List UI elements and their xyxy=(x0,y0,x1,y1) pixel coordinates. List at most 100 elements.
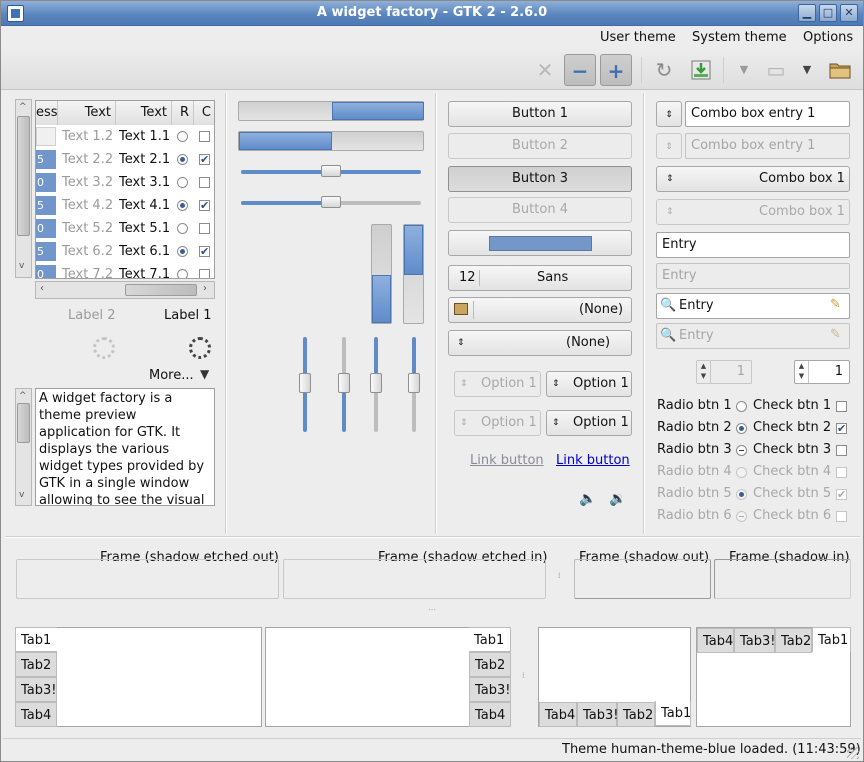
check-cell[interactable]: ✔ xyxy=(199,154,210,165)
slider-knob[interactable] xyxy=(321,165,341,177)
combo-box-entry-2[interactable]: Combo box entry 1 xyxy=(685,133,850,159)
combo-box-entry-1[interactable]: Combo box entry 1 xyxy=(685,101,850,127)
tree-vertical-scrollbar[interactable]: ^ v xyxy=(15,99,32,278)
scroll-up-icon[interactable]: ^ xyxy=(19,391,27,401)
slider-knob[interactable] xyxy=(408,373,420,393)
radio-label[interactable]: Radio btn 4 xyxy=(657,464,732,479)
menu-system-theme[interactable]: System theme xyxy=(692,28,787,48)
tab-1[interactable]: Tab1 xyxy=(812,627,851,652)
color-button[interactable] xyxy=(448,230,632,256)
slider-knob[interactable] xyxy=(370,373,382,393)
column-header[interactable]: Text xyxy=(58,101,116,125)
column-header[interactable]: ess xyxy=(36,101,58,125)
check-label[interactable]: Check btn 2 xyxy=(753,420,831,435)
menu-user-theme[interactable]: User theme xyxy=(600,28,676,48)
text-view[interactable]: A widget factory is a theme preview appl… xyxy=(35,388,215,506)
radio-cell[interactable] xyxy=(177,223,188,234)
scroll-thumb[interactable] xyxy=(125,284,197,296)
entry-disabled[interactable]: Entry xyxy=(656,263,850,289)
check-cell[interactable]: ✔ xyxy=(199,246,210,257)
chevron-down-icon[interactable]: ▼ xyxy=(728,54,760,86)
tree-horizontal-scrollbar[interactable]: ‹ › xyxy=(35,281,215,299)
scroll-up-icon[interactable]: ^ xyxy=(19,102,27,112)
tab-4[interactable]: Tab4 xyxy=(469,702,511,727)
radio-label[interactable]: Radio btn 2 xyxy=(657,420,732,435)
button-4[interactable]: Button 4 xyxy=(448,197,632,223)
text-vertical-scrollbar[interactable]: ^ v xyxy=(15,388,32,506)
minimize-button[interactable]: ▁ xyxy=(798,4,816,22)
option-menu-4[interactable]: ⇕ Option 1 xyxy=(546,410,632,436)
check-button[interactable] xyxy=(836,445,847,456)
button-1[interactable]: Button 1 xyxy=(448,101,632,127)
tab-3[interactable]: Tab3! xyxy=(577,702,619,727)
tab-4[interactable]: Tab4 xyxy=(539,702,577,727)
tab-1[interactable]: Tab1 xyxy=(469,627,511,652)
check-cell[interactable] xyxy=(199,269,210,278)
font-button[interactable]: 12 Sans xyxy=(448,265,632,291)
radio-label[interactable]: Radio btn 3 xyxy=(657,442,732,457)
check-label[interactable]: Check btn 6 xyxy=(753,508,831,523)
refresh-icon[interactable]: ↻ xyxy=(648,54,680,86)
expander-arrow-icon[interactable]: ▼ xyxy=(200,367,209,381)
check-label[interactable]: Check btn 3 xyxy=(753,442,831,457)
maximize-button[interactable]: □ xyxy=(819,4,837,22)
clear-icon[interactable]: ✎ xyxy=(830,297,841,312)
pane-handle-icon[interactable]: ⋯ xyxy=(428,605,436,614)
close-window-button[interactable]: ✕ xyxy=(840,4,858,22)
tab-3[interactable]: Tab3! xyxy=(15,677,57,702)
check-button[interactable] xyxy=(836,511,847,522)
radio-cell[interactable] xyxy=(177,177,188,188)
tab-2[interactable]: Tab2 xyxy=(617,702,655,727)
radio-button[interactable] xyxy=(736,401,747,412)
close-icon[interactable]: ✕ xyxy=(529,54,561,86)
scroll-down-icon[interactable]: v xyxy=(19,490,24,500)
button-2[interactable]: Button 2 xyxy=(448,133,632,159)
table-row[interactable]: 5 Text 6.2 Text 6.1 ✔ xyxy=(36,240,214,263)
slider-knob[interactable] xyxy=(321,196,341,208)
tab-3[interactable]: Tab3! xyxy=(469,677,511,702)
tab-3[interactable]: Tab3! xyxy=(734,628,776,653)
radio-cell[interactable] xyxy=(177,154,188,165)
link-button[interactable]: Link button xyxy=(556,453,630,468)
check-button[interactable]: ✔ xyxy=(836,489,847,500)
search-icon[interactable]: 🔍 xyxy=(660,298,676,313)
radio-button[interactable] xyxy=(736,489,747,500)
tree-view[interactable]: ess Text Text R C Text 1.2 Text 1.1 5 Text … xyxy=(35,100,215,279)
file-combo-button[interactable]: ⇕ (None) xyxy=(448,330,632,356)
check-label[interactable]: Check btn 4 xyxy=(753,464,831,479)
table-row[interactable]: 0 Text 3.2 Text 3.1 xyxy=(36,171,214,194)
tab-2[interactable]: Tab2 xyxy=(775,628,812,653)
table-row[interactable]: 0 Text 5.2 Text 5.1 xyxy=(36,217,214,240)
link-button-disabled[interactable]: Link button xyxy=(470,453,544,468)
check-cell[interactable] xyxy=(199,131,210,142)
file-chooser-button[interactable]: (None) xyxy=(448,297,632,323)
zoom-in-icon[interactable]: + xyxy=(600,54,632,86)
table-row[interactable]: 0 Text 7.2 Text 7.1 xyxy=(36,263,214,278)
column-header[interactable]: Text xyxy=(116,101,172,125)
radio-label[interactable]: Radio btn 5 xyxy=(657,486,732,501)
radio-label[interactable]: Radio btn 1 xyxy=(657,398,732,413)
tab-1[interactable]: Tab1 xyxy=(655,701,691,726)
tab-2[interactable]: Tab2 xyxy=(469,652,511,677)
tab-4[interactable]: Tab4 xyxy=(15,702,57,727)
zoom-out-icon[interactable]: − xyxy=(564,54,596,86)
radio-button[interactable] xyxy=(736,423,747,434)
check-label[interactable]: Check btn 5 xyxy=(753,486,831,501)
chevron-down-icon[interactable]: ▼ xyxy=(791,54,823,86)
radio-button[interactable] xyxy=(736,511,747,522)
check-button[interactable] xyxy=(836,467,847,478)
check-cell[interactable]: ✔ xyxy=(199,200,210,211)
computer-icon[interactable]: ▭ xyxy=(760,54,792,86)
table-row[interactable]: Text 1.2 Text 1.1 xyxy=(36,125,214,148)
scroll-down-icon[interactable]: v xyxy=(19,261,24,271)
search-entry[interactable]: Entry xyxy=(656,293,850,319)
radio-label[interactable]: Radio btn 6 xyxy=(657,508,732,523)
pane-handle-icon[interactable]: ⁞ xyxy=(558,571,561,580)
radio-cell[interactable] xyxy=(177,200,188,211)
tab-2[interactable]: Tab2 xyxy=(15,652,57,677)
combo-entry-arrow[interactable]: ⇕ xyxy=(656,101,682,127)
combo-box-2[interactable]: ⇕ Combo box 1 xyxy=(656,199,850,225)
scroll-thumb[interactable] xyxy=(17,116,30,236)
tab-4[interactable]: Tab4 xyxy=(697,628,734,653)
spin-button[interactable]: ▲ ▼ 1 xyxy=(794,360,850,384)
